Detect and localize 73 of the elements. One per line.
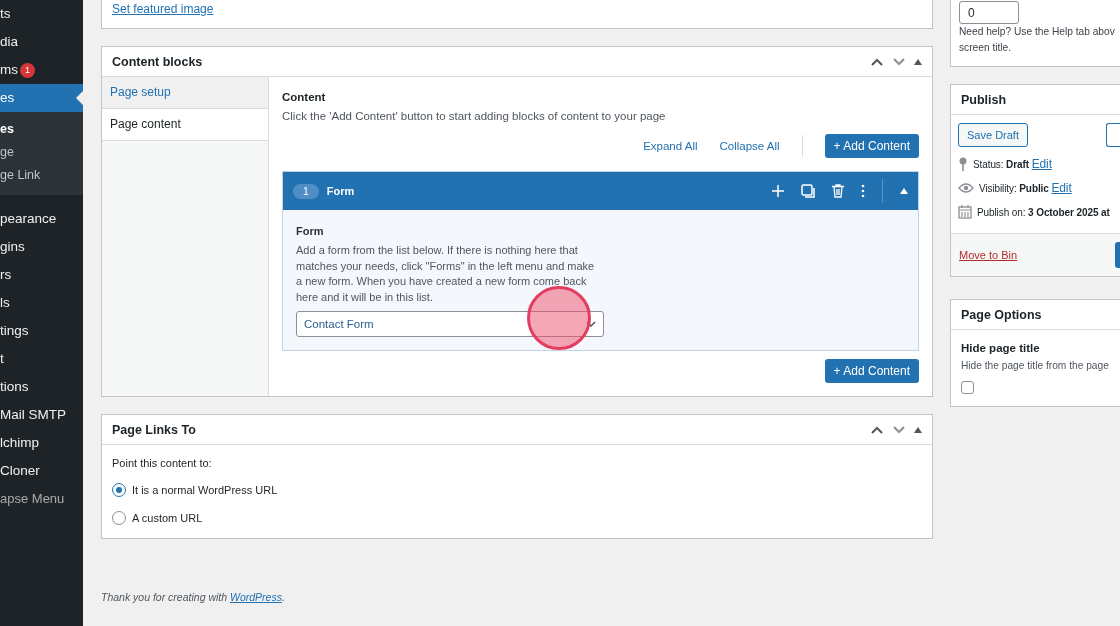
click-highlight: [527, 286, 591, 350]
section-tab[interactable]: Page content: [102, 109, 268, 141]
menu-item[interactable]: gins: [0, 233, 83, 261]
count-badge: 1: [20, 62, 35, 78]
move-down-icon[interactable]: [892, 424, 906, 435]
more-icon[interactable]: [861, 184, 865, 198]
submenu-item[interactable]: es: [0, 118, 83, 141]
collapse-icon[interactable]: [914, 426, 922, 433]
pin-icon: [958, 157, 968, 171]
save-draft-button[interactable]: Save Draft: [958, 123, 1028, 147]
menu-item[interactable]: lchimp: [0, 429, 83, 457]
chevron-down-icon: [586, 321, 596, 327]
panel-title: Page Links To: [112, 422, 196, 437]
panel-title: Publish: [961, 92, 1007, 107]
menu-item[interactable]: tions: [0, 373, 83, 401]
menu-item[interactable]: dia: [0, 28, 83, 56]
section-tab[interactable]: Page setup: [102, 77, 268, 109]
panel-title: Page Options: [961, 307, 1042, 322]
collapse-icon[interactable]: [914, 58, 922, 65]
edit-link[interactable]: Edit: [1051, 181, 1072, 195]
menu-item[interactable]: es: [0, 84, 83, 112]
order-input[interactable]: 0: [959, 1, 1019, 24]
option-title: Hide page title: [961, 342, 1041, 354]
eye-icon: [958, 183, 974, 193]
menu-item[interactable]: apse Menu: [0, 485, 83, 513]
block-number: 1: [293, 183, 319, 199]
section-description: Click the 'Add Content' button to start adding blocks of content to your page: [282, 110, 667, 122]
trash-icon[interactable]: [832, 184, 844, 198]
expand-all-link[interactable]: Expand All: [643, 140, 698, 152]
radio-label: It is a normal WordPress URL: [132, 484, 278, 496]
menu-item[interactable]: pearance: [0, 205, 83, 233]
publish-detail: Publish on: 3 October 2025 at: [977, 206, 1110, 218]
menu-item[interactable]: ls: [0, 289, 83, 317]
help-text: screen title.: [959, 41, 1013, 55]
form-select[interactable]: Contact Form: [296, 311, 604, 337]
wordpress-link[interactable]: WordPress: [230, 591, 282, 603]
prompt-text: Point this content to:: [112, 457, 213, 469]
publish-detail: Visibility: Public Edit: [979, 181, 1072, 195]
radio-label: A custom URL: [132, 512, 203, 524]
radio-button[interactable]: [112, 483, 126, 497]
add-content-button[interactable]: + Add Content: [824, 359, 919, 383]
calendar-icon: [958, 205, 972, 219]
option-description: Hide the page title from the page: [961, 360, 1110, 371]
menu-item[interactable]: Mail SMTP: [0, 401, 83, 429]
duplicate-icon[interactable]: [801, 184, 815, 198]
collapse-all-link[interactable]: Collapse All: [719, 140, 780, 152]
section-heading: Content: [282, 91, 327, 103]
collapse-icon[interactable]: [900, 188, 908, 194]
menu-item[interactable]: tings: [0, 317, 83, 345]
menu-item[interactable]: Cloner: [0, 457, 83, 485]
field-label: Form: [296, 225, 325, 237]
move-up-icon[interactable]: [870, 424, 884, 435]
set-featured-image-link[interactable]: Set featured image: [112, 2, 214, 16]
panel-title: Content blocks: [112, 54, 203, 69]
field-help: Add a form from the list below. If there is nothing here that matches your needs, click "Forms" in the left menu and make a new form. When you have created a new form come back here and it will be in this list.: [296, 243, 596, 305]
hide-title-checkbox[interactable]: [961, 381, 974, 394]
move-down-icon[interactable]: [892, 56, 906, 67]
move-to-bin-link[interactable]: Move to Bin: [959, 249, 1018, 261]
menu-item[interactable]: ts: [0, 0, 83, 28]
help-text: Need help? Use the Help tab abov: [959, 25, 1116, 39]
add-content-button[interactable]: + Add Content: [824, 134, 919, 158]
footer-text: Thank you for creating with WordPress.: [101, 591, 286, 603]
menu-item[interactable]: t: [0, 345, 83, 373]
plus-icon[interactable]: [772, 185, 784, 197]
radio-button[interactable]: [112, 511, 126, 525]
block-title: Form: [326, 185, 355, 197]
menu-item[interactable]: rs: [0, 261, 83, 289]
submenu-item[interactable]: ge Link: [0, 164, 83, 187]
edit-link[interactable]: Edit: [1031, 157, 1052, 171]
menu-item[interactable]: ms 1: [0, 56, 83, 84]
publish-detail: Status: Draft Edit: [973, 157, 1052, 171]
move-up-icon[interactable]: [870, 56, 884, 67]
submenu-item[interactable]: ge: [0, 141, 83, 164]
